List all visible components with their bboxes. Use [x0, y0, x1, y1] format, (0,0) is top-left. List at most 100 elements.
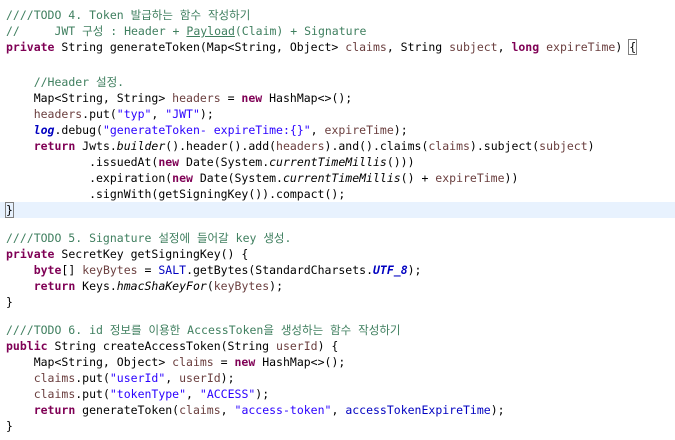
code-token: generateToken(	[75, 403, 180, 417]
code-token: ) {	[317, 339, 339, 353]
code-line[interactable]: return Jwts.builder().header().add(heade…	[6, 138, 675, 154]
code-line[interactable]: .signWith(getSigningKey()).compact();	[6, 186, 675, 202]
code-token: []	[61, 263, 83, 277]
code-line[interactable]: Map<String, String> headers = new HashMa…	[6, 90, 675, 106]
code-token: public	[6, 339, 48, 353]
code-token: Map<String, String>	[6, 91, 173, 105]
code-token: SecretKey getSigningKey() {	[54, 247, 249, 261]
code-token: byte	[33, 263, 62, 277]
code-line[interactable]: //Header 설정.	[6, 74, 675, 90]
code-token: "typ"	[116, 107, 152, 121]
code-token: ().header().add(	[165, 139, 277, 153]
code-token: ,	[497, 40, 512, 54]
code-token: accessTokenExpireTime	[345, 403, 491, 417]
code-token: );	[220, 371, 235, 385]
code-token: );	[407, 263, 422, 277]
code-token: claims	[428, 139, 470, 153]
code-token: ////TODO 6. id 정보를 이용한 AccessToken을 생성하는…	[6, 323, 401, 337]
code-token: }	[5, 202, 14, 218]
code-token: .put(	[75, 387, 110, 401]
code-token: claims	[33, 371, 76, 385]
code-token: "JWT"	[165, 107, 200, 121]
code-line[interactable]: ////TODO 6. id 정보를 이용한 AccessToken을 생성하는…	[6, 322, 675, 338]
code-line[interactable]: }	[0, 202, 675, 218]
code-token: return	[33, 139, 76, 153]
code-token: =	[220, 91, 242, 105]
code-token: ,	[165, 371, 180, 385]
code-line[interactable]: }	[6, 294, 675, 310]
code-token: keyBytes	[82, 263, 138, 277]
code-token: subject	[449, 40, 498, 54]
code-token: )	[587, 139, 595, 153]
code-line[interactable]: return generateToken(claims, "access-tok…	[6, 402, 675, 418]
code-token: (	[206, 279, 214, 293]
code-token: Date(System.	[179, 155, 270, 169]
code-token: () +	[400, 171, 436, 185]
code-line[interactable]: return Keys.hmacShaKeyFor(keyBytes);	[6, 278, 675, 294]
code-token: , String	[386, 40, 450, 54]
code-token: .debug(	[54, 123, 103, 137]
code-token: headers	[33, 107, 83, 121]
code-token: claims	[172, 355, 214, 369]
code-token: userId	[276, 339, 318, 353]
code-token: ,	[331, 403, 346, 417]
code-token: );	[199, 107, 214, 121]
code-token: "generateToken- expireTime:{}"	[102, 123, 311, 137]
code-token: );	[393, 123, 408, 137]
code-line[interactable]: // JWT 구성 : Header + Payload(Claim) + Si…	[6, 23, 675, 39]
code-token: )	[615, 40, 630, 54]
code-line[interactable]: byte[] keyBytes = SALT.getBytes(Standard…	[6, 262, 675, 278]
code-token: expireTime	[435, 171, 505, 185]
code-line[interactable]: log.debug("generateToken- expireTime:{}"…	[6, 122, 675, 138]
code-token: );	[490, 403, 505, 417]
code-token: .expiration(	[6, 171, 173, 185]
code-line[interactable]: .issuedAt(new Date(System.currentTimeMil…	[6, 154, 675, 170]
code-token: String generateToken(Map<String, Object>	[54, 40, 346, 54]
code-editor[interactable]: ////TODO 4. Token 발급하는 함수 작성하기// JWT 구성 …	[0, 0, 675, 440]
code-token: ()))	[386, 155, 415, 169]
code-token: String createAccessToken(String	[47, 339, 277, 353]
code-line[interactable]: ////TODO 5. Signature 설정에 들어갈 key 생성.	[6, 230, 675, 246]
code-token: log	[33, 123, 55, 137]
code-token: claims	[345, 40, 387, 54]
code-line[interactable]: public String createAccessToken(String u…	[6, 338, 675, 354]
code-token: );	[255, 387, 270, 401]
code-token: new	[158, 155, 180, 169]
code-token: ////TODO 4. Token 발급하는 함수 작성하기	[6, 8, 251, 22]
code-token: .put(	[75, 371, 110, 385]
code-line[interactable]: Map<String, Object> claims = new HashMap…	[6, 354, 675, 370]
code-token: currentTimeMillis	[282, 171, 401, 185]
code-token: claims	[179, 403, 221, 417]
code-token: private	[6, 247, 55, 261]
code-line[interactable]: claims.put("tokenType", "ACCESS");	[6, 386, 675, 402]
code-token: (Claim) + Signature	[234, 24, 367, 38]
code-line[interactable]: }	[6, 418, 675, 434]
code-token: ))	[504, 171, 519, 185]
code-token: "access-token"	[234, 403, 332, 417]
code-line[interactable]: ////TODO 4. Token 발급하는 함수 작성하기	[6, 7, 675, 23]
code-token: expireTime	[324, 123, 394, 137]
code-line[interactable]: private SecretKey getSigningKey() {	[6, 246, 675, 262]
code-token: );	[269, 279, 283, 293]
code-token: builder	[116, 139, 166, 153]
code-token: "tokenType"	[109, 387, 187, 401]
code-token: ,	[186, 387, 200, 401]
code-token: Map<String, Object>	[6, 355, 173, 369]
code-token: currentTimeMillis	[269, 155, 387, 169]
code-line[interactable]: .expiration(new Date(System.currentTimeM…	[6, 170, 675, 186]
code-line[interactable]: private String generateToken(Map<String,…	[6, 39, 675, 55]
code-token: hmacShaKeyFor	[116, 279, 207, 293]
code-line[interactable]: claims.put("userId", userId);	[6, 370, 675, 386]
code-line[interactable]: headers.put("typ", "JWT");	[6, 106, 675, 122]
code-token: UTF_8	[373, 263, 408, 277]
code-token: SALT	[158, 263, 187, 277]
code-line[interactable]	[6, 55, 675, 71]
